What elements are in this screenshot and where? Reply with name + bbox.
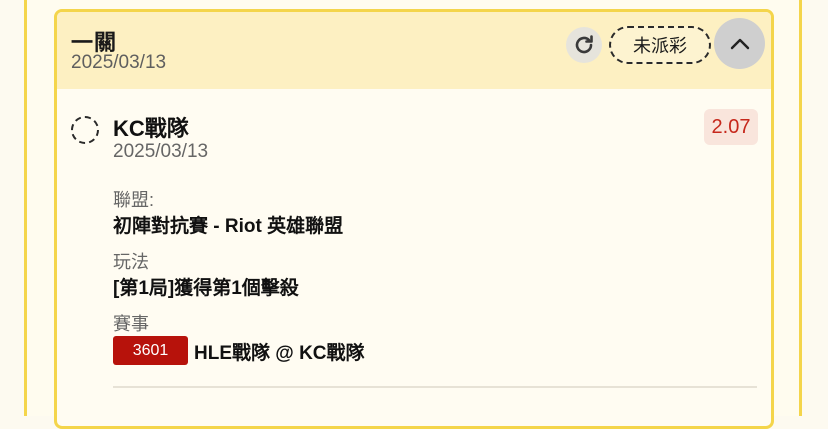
- event-id-badge: 3601: [113, 336, 188, 365]
- chevron-up-icon: [730, 38, 749, 49]
- selected-team: KC戰隊: [113, 116, 189, 141]
- bet-date: 2025/03/13: [71, 52, 167, 73]
- card-header[interactable]: 一關 2025/03/13 未派彩: [57, 12, 771, 89]
- bet-card: 一關 2025/03/13 未派彩 KC戰隊 2025/03/13 2.07 聯…: [54, 9, 774, 429]
- status-badge: 未派彩: [609, 26, 711, 64]
- refresh-icon: [575, 35, 593, 54]
- divider: [113, 386, 757, 388]
- selection-radio-icon: [71, 116, 99, 144]
- event-name: HLE戰隊 @ KC戰隊: [194, 343, 365, 364]
- market-value: [第1局]獲得第1個擊殺: [113, 278, 299, 299]
- refresh-button[interactable]: [566, 27, 602, 63]
- selection-date: 2025/03/13: [113, 141, 209, 162]
- market-label: 玩法: [113, 252, 149, 272]
- event-label: 賽事: [113, 314, 149, 334]
- odds-badge: 2.07: [704, 109, 758, 145]
- collapse-button[interactable]: [714, 18, 765, 69]
- league-label: 聯盟:: [113, 190, 155, 210]
- league-value: 初陣對抗賽 - Riot 英雄聯盟: [113, 216, 344, 237]
